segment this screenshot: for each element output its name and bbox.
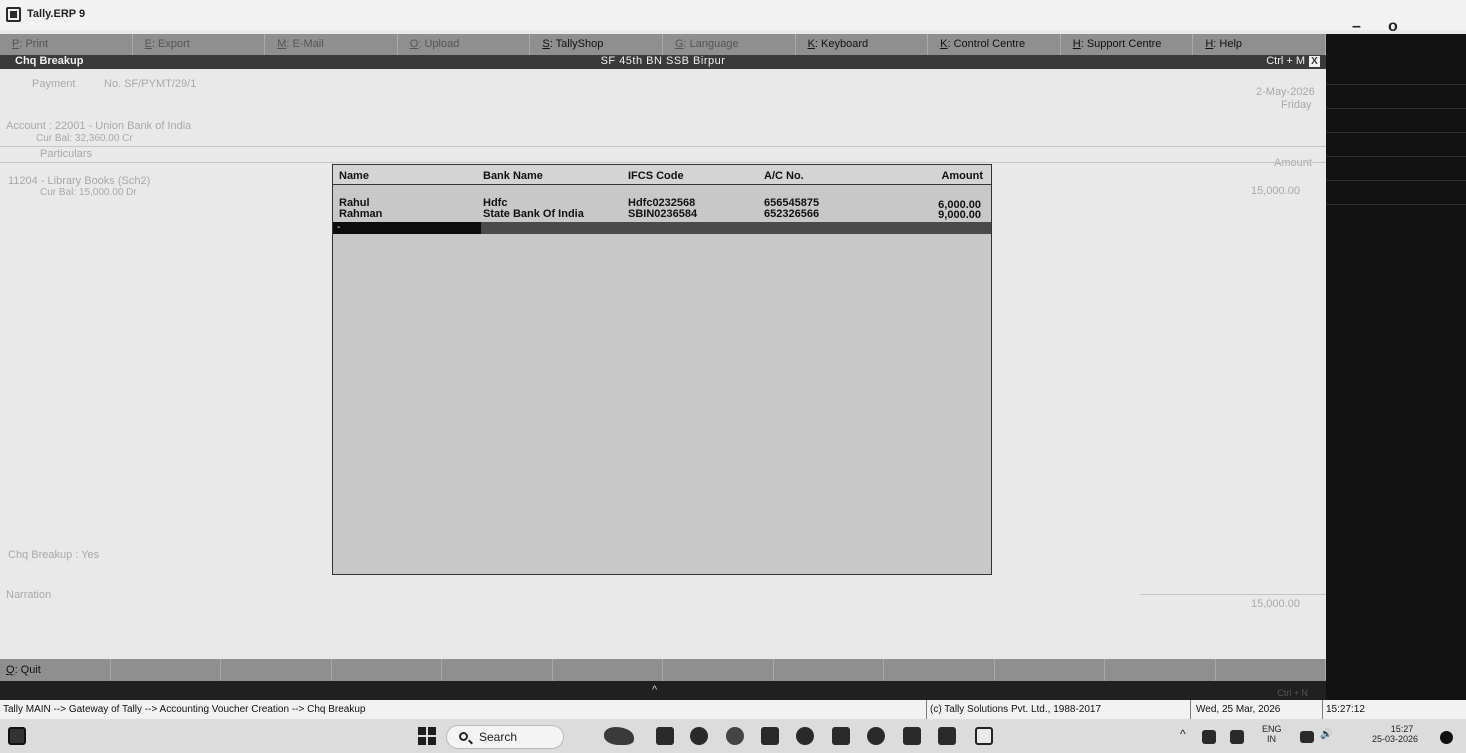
chq-breakup-flag: Chq Breakup : Yes [8, 549, 100, 561]
browser-icon[interactable] [867, 727, 885, 745]
popup-header: Name Bank Name IFCS Code A/C No. Amount [333, 165, 991, 185]
upload-button[interactable]: O: Upload [398, 34, 531, 55]
empty-button [884, 659, 995, 681]
ledger-amount: 15,000.00 [1251, 185, 1300, 197]
tally-taskbar-icon[interactable] [975, 727, 993, 745]
windows-start-icon[interactable] [418, 727, 436, 745]
voucher-date: 2-May-2026 [1256, 86, 1315, 98]
control-centre-button[interactable]: K: Control Centre [928, 34, 1061, 55]
search-label: Search [479, 730, 518, 744]
network-icon[interactable] [1300, 731, 1314, 743]
narration-label: Narration [6, 589, 52, 601]
empty-button [221, 659, 332, 681]
widgets-icon[interactable] [8, 727, 26, 745]
close-icon[interactable]: X [1309, 56, 1320, 67]
system-clock[interactable]: 15:27 25-03-2026 [1372, 724, 1418, 744]
onedrive-icon[interactable] [1230, 730, 1244, 744]
edge-browser-icon[interactable] [726, 727, 744, 745]
amount-header: Amount [1274, 157, 1312, 169]
col-bank-name: Bank Name [483, 170, 543, 182]
help-button[interactable]: H: Help [1193, 34, 1326, 55]
particulars-header: Particulars [40, 148, 92, 160]
company-name: SF 45th BN SSB Birpur [600, 55, 726, 67]
new-entry-row[interactable]: - [333, 222, 991, 234]
empty-button [332, 659, 442, 681]
empty-button [663, 659, 774, 681]
button-strip: ^ Ctrl + N [0, 681, 1326, 700]
account-balance: Cur Bal: 32,360.00 Cr [36, 133, 133, 144]
chq-breakup-popup: Name Bank Name IFCS Code A/C No. Amount … [332, 164, 992, 575]
volume-icon[interactable]: 🔊 [1320, 729, 1332, 740]
col-name: Name [339, 170, 369, 182]
language-button[interactable]: G: Language [663, 34, 796, 55]
language-indicator[interactable]: ENG IN [1262, 724, 1282, 744]
tally-app-icon [6, 7, 21, 22]
voucher-day: Friday [1281, 99, 1312, 111]
empty-button [995, 659, 1105, 681]
excel-icon[interactable] [832, 727, 850, 745]
window-title: Tally.ERP 9 [27, 8, 86, 20]
quit-button[interactable]: Q: Quit [0, 659, 111, 681]
row-ac: 652326566 [764, 208, 820, 220]
taskbar: Search ^ ENG IN 🔊 15:27 25-03-2026 [0, 719, 1466, 753]
navigation-path: Tally MAIN --> Gateway of Tally --> Acco… [3, 704, 366, 715]
weather-icon[interactable] [604, 727, 634, 745]
keyboard-button[interactable]: K: Keyboard [796, 34, 929, 55]
voucher-number: No. SF/PYMT/29/1 [104, 78, 197, 90]
empty-button [442, 659, 553, 681]
status-date: Wed, 25 Mar, 2026 [1196, 704, 1281, 715]
col-ifsc-code: IFCS Code [628, 170, 684, 182]
export-button[interactable]: E: Export [133, 34, 266, 55]
chevron-up-icon[interactable]: ^ [1180, 727, 1186, 741]
voucher-type: Payment [32, 78, 76, 90]
ledger-balance: Cur Bal: 15,000.00 Dr [40, 187, 137, 198]
screen-header: SF 45th BN SSB Birpur Chq Breakup Ctrl +… [0, 55, 1326, 69]
tray-app-icon[interactable] [1202, 730, 1216, 744]
title-bar: Tally.ERP 9 – o [0, 0, 1466, 35]
print-button[interactable]: P: Print [0, 34, 133, 55]
support-centre-button[interactable]: H: Support Centre [1061, 34, 1194, 55]
empty-button [553, 659, 663, 681]
tallyshop-button[interactable]: S: TallyShop [530, 34, 663, 55]
status-bar: Tally MAIN --> Gateway of Tally --> Acco… [0, 700, 1466, 719]
search-icon [459, 732, 468, 741]
copyright: (c) Tally Solutions Pvt. Ltd., 1988-2017 [930, 704, 1102, 715]
search-box[interactable]: Search [446, 725, 564, 749]
empty-button [1105, 659, 1216, 681]
word-icon[interactable] [903, 727, 921, 745]
name-input[interactable]: - [333, 222, 481, 234]
ctrl-hint: Ctrl + N [1277, 688, 1308, 698]
notification-icon[interactable] [1440, 731, 1453, 744]
ledger-name: 11204 - Library Books (Sch2) [8, 175, 151, 187]
screen-title: Chq Breakup [15, 55, 84, 67]
account-field: Account : 22001 - Union Bank of India [6, 120, 192, 132]
screen-shortcut: Ctrl + MX [1266, 55, 1320, 67]
empty-button [774, 659, 884, 681]
bottom-button-bar: Q: Quit [0, 659, 1326, 681]
col-ac-no: A/C No. [764, 170, 804, 182]
chrome-icon[interactable] [796, 727, 814, 745]
row-ifsc: SBIN0236584 [628, 208, 698, 220]
status-time: 15:27:12 [1326, 704, 1365, 715]
email-button[interactable]: M: E-Mail [265, 34, 398, 55]
chat-icon[interactable] [690, 727, 708, 745]
button-panel [1326, 34, 1466, 700]
row-bank: State Bank Of India [483, 208, 584, 220]
mail-icon[interactable] [761, 727, 779, 745]
function-button-bar: P: Print E: Export M: E-Mail O: Upload S… [0, 34, 1326, 55]
row-name: Rahman [339, 208, 383, 220]
task-view-icon[interactable] [656, 727, 674, 745]
row-amount: 9,000.00 [938, 209, 981, 221]
file-explorer-icon[interactable] [938, 727, 956, 745]
empty-button [1216, 659, 1326, 681]
expand-caret-icon[interactable]: ^ [652, 684, 657, 696]
voucher-total: 15,000.00 [1251, 598, 1300, 610]
col-amount: Amount [941, 170, 983, 182]
empty-button [111, 659, 221, 681]
